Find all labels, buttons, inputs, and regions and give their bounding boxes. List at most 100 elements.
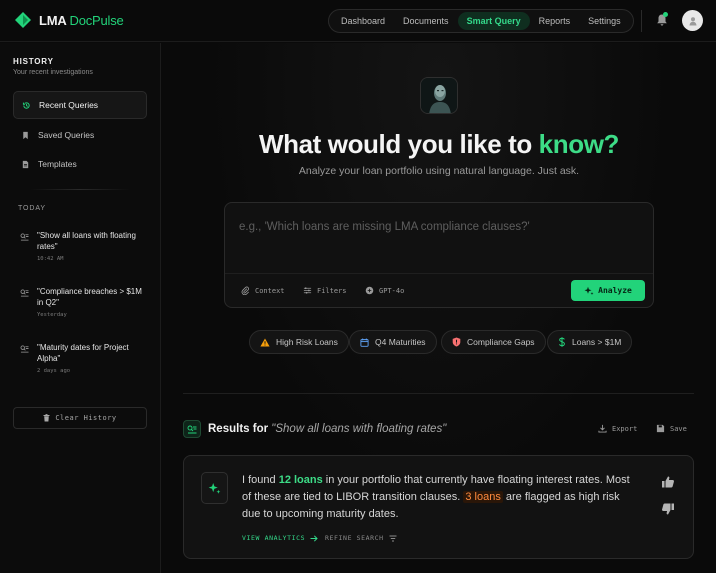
results-title-prefix: Results for	[208, 423, 269, 435]
result-summary: I found 12 loans in your portfolio that …	[242, 472, 632, 523]
sidebar-item-templates[interactable]: Templates	[13, 150, 147, 178]
nav-documents[interactable]: Documents	[394, 12, 458, 30]
save-label: Save	[670, 424, 687, 433]
main-nav: Dashboard Documents Smart Query Reports …	[328, 9, 634, 33]
history-section-label: TODAY	[18, 205, 46, 212]
suggestion-chip-loans-over-1m[interactable]: Loans > $1M	[547, 330, 633, 354]
header-divider	[641, 10, 642, 32]
download-icon	[598, 424, 607, 433]
summary-text-1: I found	[242, 474, 279, 486]
export-button[interactable]: Export	[598, 424, 637, 433]
paperclip-icon	[241, 286, 250, 295]
sidebar-subtitle: Your recent investigations	[13, 69, 93, 76]
model-selector[interactable]: GPT-4o	[365, 286, 404, 295]
brand-name: LMA DocPulse	[39, 13, 124, 28]
analyze-button[interactable]: Analyze	[571, 280, 645, 301]
suggestion-chip-compliance-gaps[interactable]: Compliance Gaps	[441, 330, 546, 354]
highlight-risk[interactable]: 3 loans	[463, 491, 503, 503]
filters-label: Filters	[317, 286, 347, 295]
filter-icon	[389, 535, 397, 541]
save-icon	[656, 424, 665, 433]
sparkle-icon	[208, 482, 221, 494]
analyze-label: Analyze	[598, 286, 632, 295]
sidebar-item-label: Recent Queries	[39, 100, 99, 110]
calendar-icon	[360, 338, 369, 347]
search-results-icon	[187, 425, 197, 433]
arrow-right-icon	[310, 534, 318, 542]
page-subtitle: Analyze your loan portfolio using natura…	[298, 165, 580, 177]
view-analytics-link[interactable]: VIEW ANALYTICS	[242, 534, 318, 542]
context-button[interactable]: Context	[241, 286, 285, 295]
result-card: I found 12 loans in your portfolio that …	[183, 455, 694, 559]
history-item[interactable]: "Maturity dates for Project Alpha" 2 day…	[20, 342, 150, 374]
clear-history-button[interactable]: Clear History	[13, 407, 147, 429]
section-divider	[183, 393, 694, 394]
history-time: Yesterday	[37, 312, 67, 318]
refine-search-link[interactable]: REFINE SEARCH	[325, 534, 397, 542]
suggestion-chip-high-risk[interactable]: High Risk Loans	[249, 330, 349, 354]
history-time: 10:42 AM	[37, 256, 64, 262]
history-query: "Compliance breaches > $1M in Q2"	[37, 287, 142, 307]
document-icon	[22, 160, 29, 168]
ai-answer-icon	[201, 472, 228, 504]
export-label: Export	[612, 424, 638, 433]
sidebar-item-recent-queries[interactable]: Recent Queries	[13, 91, 147, 119]
thumbs-down-icon[interactable]	[661, 502, 675, 516]
context-label: Context	[255, 286, 285, 295]
logo-icon	[15, 12, 31, 28]
top-bar: LMA DocPulse Dashboard Documents Smart Q…	[0, 0, 716, 42]
page-title: What would you like to know?	[162, 129, 716, 160]
model-icon	[365, 286, 374, 295]
user-icon	[689, 16, 696, 25]
shield-icon	[452, 337, 461, 347]
notification-dot	[663, 12, 668, 17]
suggestion-chip-q4-maturities[interactable]: Q4 Maturities	[349, 330, 437, 354]
dollar-icon	[559, 337, 565, 347]
brand-part-1: LMA	[39, 12, 67, 28]
logo[interactable]: LMA DocPulse	[14, 11, 124, 29]
search-history-icon	[20, 289, 29, 297]
history-query: "Show all loans with floating rates"	[37, 231, 136, 251]
trash-icon	[43, 414, 50, 422]
results-heading: Results for "Show all loans with floatin…	[208, 423, 446, 435]
sidebar-item-saved-queries[interactable]: Saved Queries	[13, 121, 147, 149]
model-label: GPT-4o	[379, 286, 405, 295]
sliders-icon	[303, 287, 312, 294]
sidebar: HISTORY Your recent investigations Recen…	[0, 43, 161, 573]
query-box-divider	[225, 273, 653, 274]
history-icon	[22, 101, 30, 109]
history-item[interactable]: "Show all loans with floating rates" 10:…	[20, 230, 150, 262]
brand-part-2: DocPulse	[69, 12, 124, 28]
nav-settings[interactable]: Settings	[579, 12, 630, 30]
main-content: What would you like to know? Analyze you…	[162, 43, 716, 573]
results-icon	[183, 420, 201, 438]
search-history-icon	[20, 233, 29, 241]
nav-dashboard[interactable]: Dashboard	[332, 12, 394, 30]
title-accent: know?	[538, 129, 620, 159]
highlight-count[interactable]: 12 loans	[279, 474, 323, 486]
avatar[interactable]	[682, 10, 703, 31]
title-prefix: What would you like to	[258, 129, 532, 159]
save-button[interactable]: Save	[656, 424, 687, 433]
refine-search-label: REFINE SEARCH	[325, 534, 384, 542]
assistant-portrait-icon	[421, 78, 457, 113]
filters-button[interactable]: Filters	[303, 286, 347, 295]
sidebar-divider	[30, 189, 130, 190]
bookmark-icon	[23, 131, 28, 139]
results-query: "Show all loans with floating rates"	[271, 423, 447, 435]
history-time: 2 days ago	[37, 368, 71, 374]
query-input[interactable]	[239, 217, 639, 237]
history-query: "Maturity dates for Project Alpha"	[37, 343, 129, 363]
nav-reports[interactable]: Reports	[530, 12, 580, 30]
sidebar-item-label: Saved Queries	[38, 130, 95, 140]
thumbs-up-icon[interactable]	[661, 475, 675, 489]
chip-label: Loans > $1M	[572, 337, 622, 347]
view-analytics-label: VIEW ANALYTICS	[242, 534, 306, 542]
nav-smart-query[interactable]: Smart Query	[457, 12, 530, 30]
query-box: Context Filters GPT-4o Analyze	[224, 202, 654, 308]
history-item[interactable]: "Compliance breaches > $1M in Q2" Yester…	[20, 286, 150, 318]
sidebar-item-label: Templates	[38, 159, 77, 169]
sparkle-icon	[584, 286, 594, 295]
chip-label: High Risk Loans	[276, 337, 338, 347]
assistant-avatar	[420, 77, 458, 114]
